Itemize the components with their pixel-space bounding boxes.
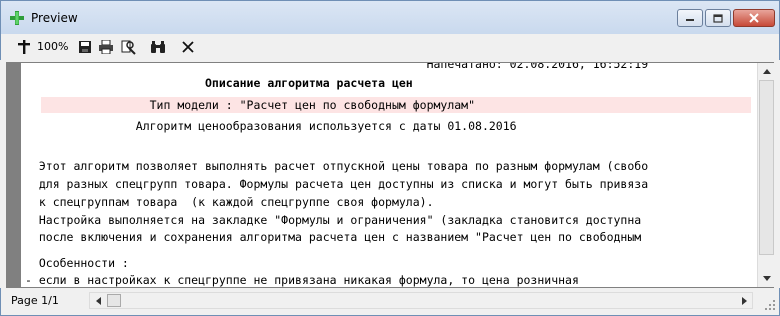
horizontal-scroll-thumb[interactable] <box>107 294 121 307</box>
model-type-line: Тип модели : "Расчет цен по свободным фо… <box>25 98 476 112</box>
minimize-icon <box>686 19 694 21</box>
arrow-down-icon <box>762 276 771 281</box>
zoom-level: 100% <box>37 40 69 53</box>
vertical-scrollbar[interactable] <box>757 63 775 287</box>
vertical-scroll-thumb[interactable] <box>759 80 774 255</box>
text-line: после включения и сохранения алгоритма р… <box>25 230 642 244</box>
text-line: Этот алгоритм позволяет выполнять расчет… <box>25 159 649 173</box>
arrow-up-icon <box>762 69 771 74</box>
app-cross-icon <box>10 11 24 25</box>
report-title: Описание алгоритма расчета цен <box>25 76 413 90</box>
minimize-button[interactable] <box>677 9 703 27</box>
scroll-left-button[interactable] <box>90 293 106 308</box>
scroll-down-button[interactable] <box>758 270 775 287</box>
save-button[interactable] <box>77 37 93 57</box>
features-heading: Особенности : <box>25 256 129 270</box>
close-window-button[interactable] <box>733 9 775 27</box>
find-button[interactable] <box>149 37 167 57</box>
text-line: к спецгруппам товара (к каждой спецгрупп… <box>25 195 434 209</box>
close-icon <box>182 41 194 53</box>
close-icon <box>749 13 759 23</box>
maximize-icon <box>713 13 723 23</box>
arrow-left-icon <box>95 296 101 305</box>
page-indicator: Page 1/1 <box>11 294 59 307</box>
preview-area: Напечатано: 02.08.2016, 16:52:19 Описани… <box>6 62 775 288</box>
date-line: Алгоритм ценообразования используется с … <box>25 119 517 133</box>
save-icon <box>79 41 91 53</box>
scroll-right-button[interactable] <box>736 293 752 308</box>
text-line: для разных спецгрупп товара. Формулы рас… <box>25 177 649 191</box>
zoom-button[interactable] <box>15 37 33 57</box>
text-line: - если в настройках к спецгруппе не прив… <box>25 273 579 287</box>
print-setup-button[interactable] <box>119 37 137 57</box>
binoculars-icon <box>151 41 165 53</box>
resize-grip-icon[interactable] <box>763 298 777 312</box>
print-setup-icon <box>121 40 136 55</box>
scroll-up-button[interactable] <box>758 63 775 80</box>
report-page: Напечатано: 02.08.2016, 16:52:19 Описани… <box>21 63 757 287</box>
print-button[interactable] <box>97 37 115 57</box>
maximize-button[interactable] <box>705 9 731 27</box>
title-bar: Preview <box>0 0 780 34</box>
toolbar: 100% <box>0 34 780 60</box>
close-preview-button[interactable] <box>179 37 197 57</box>
printer-icon <box>99 40 113 54</box>
zoom-cross-icon <box>18 40 30 54</box>
horizontal-scrollbar[interactable] <box>89 292 753 309</box>
print-timestamp: Напечатано: 02.08.2016, 16:52:19 <box>25 63 649 71</box>
arrow-right-icon <box>741 296 747 305</box>
status-bar: Page 1/1 <box>0 288 780 316</box>
window-title: Preview <box>31 11 78 25</box>
text-line: Настройка выполняется на закладке "Форму… <box>25 213 642 227</box>
left-gutter <box>7 63 21 287</box>
